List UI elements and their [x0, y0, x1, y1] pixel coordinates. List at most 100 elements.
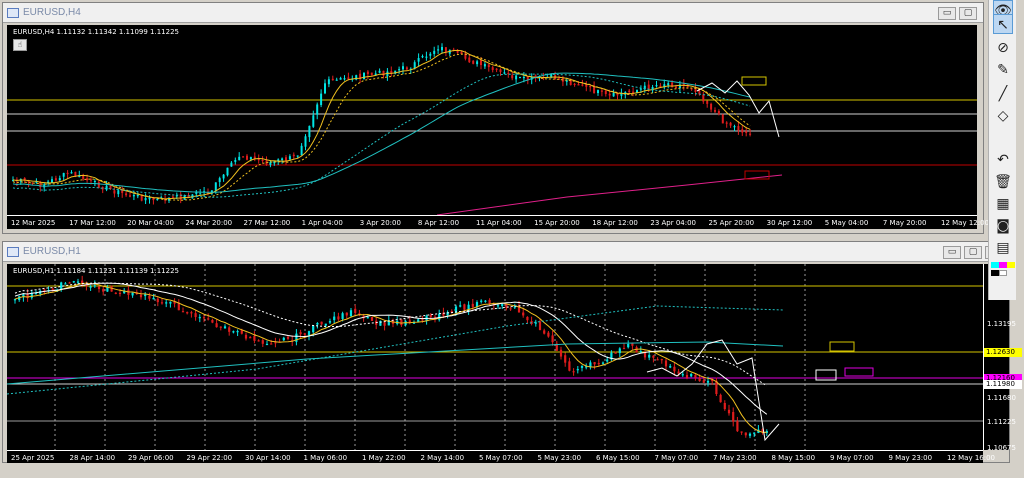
time-axis-h4: 12 Mar 2025 17 Mar 12:00 20 Mar 04:00 24 Ma… [7, 215, 989, 229]
candle-body [694, 375, 697, 378]
candle-body [186, 312, 189, 314]
chart-window-h1[interactable]: EURUSD,H1 ▭ ▢ ✕ EURUSD,H1 1.11184 1.1123… [2, 241, 1022, 463]
candle-body [648, 354, 651, 358]
time-axis-label: 8 Apr 12:00 [417, 219, 460, 227]
maximize-button[interactable]: ▢ [964, 246, 982, 259]
candle-body [627, 343, 630, 348]
chart-window-titlebar[interactable]: EURUSD,H1 ▭ ▢ ✕ [3, 242, 1009, 262]
candle-body [471, 303, 474, 307]
candle-body [72, 281, 75, 283]
candle-body [597, 362, 600, 365]
price-overlay-line [646, 339, 780, 442]
screenshot-icon[interactable]: ▦ [993, 194, 1013, 214]
time-axis-h1: 25 Apr 2025 28 Apr 14:00 29 Apr 06:00 29 Ap… [7, 450, 995, 463]
candle-body [257, 158, 260, 161]
price-axis-label: 1.11680 [987, 394, 1016, 402]
candle-body [110, 286, 113, 292]
chart-window-h4[interactable]: EURUSD,H4 ▭ ▢ EURUSD,H4 1.11132 1.11342 … [2, 2, 989, 234]
trash-icon[interactable]: 🗑 [993, 172, 1013, 192]
line-icon[interactable]: ╱ [993, 84, 1013, 104]
time-axis-label: 9 May 07:00 [830, 454, 874, 462]
candle-body [511, 75, 514, 79]
candle-body [113, 190, 116, 194]
candle-body [433, 50, 436, 54]
color-swatch-magenta[interactable] [999, 262, 1007, 268]
candle-body [105, 185, 108, 190]
candle-body [604, 90, 607, 95]
candle-body [577, 84, 580, 86]
candle-body [308, 125, 311, 138]
candle-body [421, 56, 424, 58]
candle-body [600, 90, 603, 92]
candle-body [483, 64, 486, 67]
candle-body [238, 156, 241, 161]
color-swatch-white[interactable] [999, 270, 1007, 276]
candle-body [274, 342, 277, 344]
zone-box-yellow [741, 76, 767, 86]
undo-icon[interactable]: ↶ [993, 150, 1013, 170]
candle-body [749, 133, 752, 135]
candle-body [66, 172, 69, 175]
price-axis-label: 1.11225 [987, 418, 1016, 426]
time-axis-label: 8 May 15:00 [771, 454, 816, 462]
cursor-icon[interactable]: ↖ [993, 14, 1013, 34]
price-chart-h4[interactable]: EURUSD,H4 1.11132 1.11342 1.11099 1.1122… [7, 25, 977, 215]
candle-body [97, 286, 101, 289]
candle-body [219, 326, 222, 328]
candle-body [228, 327, 231, 332]
color-swatch-cyan[interactable] [991, 262, 999, 268]
moving-average-slow-dashed [7, 305, 784, 395]
camera-icon[interactable]: ◙ [993, 216, 1013, 236]
crosshair-off-icon[interactable]: ⊘ [993, 38, 1013, 58]
candle-body [608, 93, 611, 96]
candle-body [265, 343, 269, 346]
candle-body [125, 193, 128, 196]
candle-body [698, 378, 701, 382]
minimize-button[interactable]: ▭ [938, 7, 956, 20]
candle-body [335, 79, 338, 81]
candle-body [564, 355, 567, 363]
time-axis-label: 5 May 07:00 [479, 454, 523, 462]
candle-body [576, 369, 579, 371]
candle-body [156, 298, 159, 303]
candle-body [139, 294, 143, 298]
candle-body [487, 64, 490, 68]
candle-body [370, 316, 374, 321]
candle-body [408, 320, 411, 323]
eraser-icon[interactable]: ✎ [993, 60, 1013, 80]
candle-body [459, 305, 462, 307]
candle-body [253, 336, 256, 341]
candle-body [97, 181, 100, 188]
chart-menu-icon[interactable]: ☝ [13, 39, 27, 51]
ruler-icon[interactable]: ◇ [993, 106, 1013, 126]
candle-body [597, 90, 599, 94]
candle-body [337, 316, 340, 320]
candle-body [354, 308, 357, 313]
clipboard-icon[interactable]: ▤ [993, 238, 1013, 258]
time-axis-label: 6 May 15:00 [596, 454, 640, 462]
chart-window-titlebar[interactable]: EURUSD,H4 ▭ ▢ [3, 3, 983, 23]
candle-body [702, 94, 705, 102]
candle-body [58, 178, 61, 181]
candle-body [89, 286, 92, 288]
candle-body [320, 321, 323, 325]
candle-body [202, 317, 206, 319]
time-axis-label: 9 May 23:00 [888, 454, 933, 462]
candle-body [324, 323, 327, 326]
drawing-toolbar: 👁 ↖ ⊘ ✎ ╱ ◇ ↶ 🗑 ▦ ◙ ▤ [988, 0, 1016, 300]
color-swatch-black[interactable] [991, 270, 999, 276]
candle-body [484, 300, 487, 302]
candle-body [341, 313, 344, 319]
minimize-button[interactable]: ▭ [943, 246, 961, 259]
candle-body [417, 58, 420, 62]
candle-body [736, 420, 739, 432]
price-chart-h1[interactable]: EURUSD,H1 1.11184 1.11231 1.11139 1.1122… [7, 264, 983, 450]
time-axis-label: 25 Apr 20:00 [708, 219, 755, 227]
color-swatch-yellow[interactable] [1007, 262, 1015, 268]
candle-body [347, 77, 350, 80]
candle-body [288, 156, 291, 160]
candle-body [106, 287, 109, 292]
candle-body [236, 331, 239, 333]
maximize-button[interactable]: ▢ [959, 7, 977, 20]
candle-body [580, 365, 584, 368]
